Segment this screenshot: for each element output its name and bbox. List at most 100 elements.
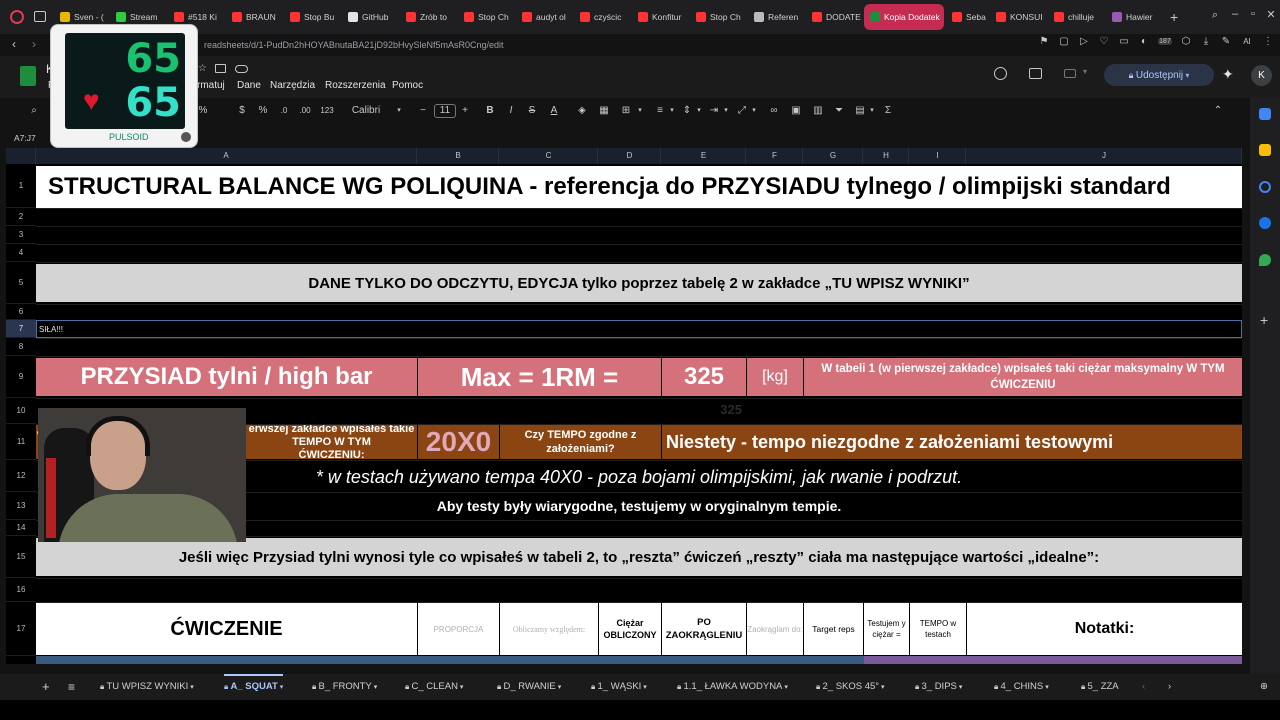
all-sheets-icon[interactable]: ≡ [68,674,75,700]
sheet-tab[interactable]: 🔒︎ 2_ SKOS 45° ▾ [816,674,885,700]
text-rotation-dropdown-icon[interactable]: ▾ [750,98,758,124]
move-icon[interactable] [215,64,226,73]
font-dropdown-icon[interactable]: ▾ [394,98,404,124]
vertical-align-icon[interactable]: ⇕ [681,98,693,124]
extensions-icon[interactable]: ⬡ [1180,36,1192,47]
sheet-tab-dropdown-icon[interactable]: ▾ [879,684,885,691]
browser-tab[interactable]: GitHub [342,4,398,30]
sheet-tab[interactable]: 🔒︎ TU WPISZ WYNIKI ▾ [100,674,194,700]
row-header[interactable]: 1 [6,164,36,208]
functions-button[interactable]: Σ [882,98,894,124]
row-header[interactable]: 14 [6,520,36,536]
comment-icon[interactable]: ▣ [790,98,802,124]
increase-decimal-button[interactable]: .00 [297,98,313,124]
browser-tab[interactable]: Hawier [1106,4,1162,30]
column-header[interactable]: I [910,148,966,164]
maps-icon[interactable] [1259,254,1271,266]
browser-tab[interactable]: chilluje [1048,4,1104,30]
sheet-tab-dropdown-icon[interactable]: ▾ [1043,684,1049,691]
name-box[interactable]: A7:J7 [14,133,36,143]
sheet-tab-dropdown-icon[interactable]: ▾ [782,684,788,691]
adblock-badge[interactable]: 187 [1158,38,1172,45]
download-icon[interactable]: ⤓ [1200,36,1212,47]
row-header[interactable]: 5 [6,262,36,304]
header-tested-weight[interactable]: Testujem y ciężar = [864,603,909,655]
search-tabs-icon[interactable]: ⌕ [1205,9,1225,22]
row-header[interactable]: 4 [6,244,36,262]
contacts-icon[interactable] [1259,217,1271,229]
header-relative[interactable]: Obliczamy względem: [500,603,598,655]
menu-extensions[interactable]: Rozszerzenia [325,80,386,91]
keep-icon[interactable] [1259,144,1271,156]
link-icon[interactable]: ∞ [768,98,780,124]
history-icon[interactable] [994,67,1007,80]
column-header[interactable]: B [418,148,499,164]
header-exercise[interactable]: ĆWICZENIE [36,603,417,655]
max-value-cell[interactable]: 325 [662,358,746,396]
browser-tab[interactable]: Stop Ch [458,4,514,30]
column-header[interactable]: D [599,148,661,164]
menu-format[interactable]: rmatuj [197,80,225,91]
max-note-cell[interactable]: W tabeli 1 (w pierwszej zakładce) wpisał… [804,358,1242,396]
sheet-tab-dropdown-icon[interactable]: ▾ [641,684,647,691]
strength-label[interactable]: SIŁA!!! [36,320,1242,338]
explore-icon[interactable]: ⊕ [1260,674,1268,700]
vpn-icon[interactable]: ◐ [1138,36,1150,47]
menu-icon[interactable]: ⋮ [1262,36,1274,47]
tab-overview-icon[interactable] [34,11,46,22]
ideal-values-banner[interactable]: Jeśli więc Przysiad tylni wynosi tyle co… [36,538,1242,576]
fill-color-icon[interactable]: ◈ [576,98,588,124]
sheet-tab[interactable]: 🔒︎ B_ FRONTY ▾ [312,674,377,700]
filter-views-dropdown-icon[interactable]: ▾ [868,98,876,124]
browser-tab[interactable]: czyścic [574,4,630,30]
column-header[interactable]: J [967,148,1242,164]
merge-cells-icon[interactable]: ⊞ [620,98,632,124]
align-left-icon[interactable]: ≡ [654,98,666,124]
sheet-tab-dropdown-icon[interactable]: ▾ [188,684,194,691]
tempo-question-cell[interactable]: Czy TEMPO zgodne z założeniami? [500,425,661,459]
sheet-tab[interactable]: 🔒︎ 3_ DIPS ▾ [915,674,962,700]
browser-tab[interactable]: Kopia Dodatek [864,4,944,30]
forward-icon[interactable]: › [32,37,36,51]
column-header[interactable]: G [804,148,863,164]
row-header[interactable]: 16 [6,578,36,602]
header-weight-calc[interactable]: Ciężar OBLICZONY [599,603,661,655]
wallet-icon[interactable]: ▭ [1118,36,1130,47]
bold-button[interactable]: B [484,98,496,124]
row-header[interactable]: 17 [6,602,36,656]
row-header[interactable]: 10 [6,398,36,424]
row-header[interactable]: 13 [6,492,36,520]
add-sheet-button[interactable]: + [42,674,50,700]
tempo-value-cell[interactable]: 20X0 [418,425,499,459]
chart-icon[interactable]: ▥ [812,98,824,124]
align-dropdown-icon[interactable]: ▾ [668,98,676,124]
italic-button[interactable]: I [505,98,517,124]
browser-tab[interactable]: BRAUN [226,4,282,30]
row-header[interactable]: 12 [6,460,36,492]
menu-tools[interactable]: Narzędzia [270,80,315,91]
share-dropdown-icon[interactable]: ▾ [1183,71,1189,80]
column-header[interactable]: H [864,148,909,164]
sheet-tab-dropdown-icon[interactable]: ▾ [372,684,378,691]
url-text[interactable]: readsheets/d/1-PudDn2hHOYABnutaBA21jD92b… [204,40,504,50]
screenshot-icon[interactable]: ▢ [1058,36,1070,47]
edit-icon[interactable]: ✎ [1220,36,1232,47]
header-notes[interactable]: Notatki: [967,603,1242,655]
percent-format-button[interactable]: % [257,98,269,124]
browser-tab[interactable]: DODATE [806,4,862,30]
zoom-select[interactable]: % [197,98,209,124]
star-icon[interactable]: ☆ [198,63,207,74]
sheet-tab[interactable]: 🔒︎ 4_ CHINS ▾ [994,674,1049,700]
browser-tab[interactable]: Stop Ch [690,4,746,30]
text-wrap-dropdown-icon[interactable]: ▾ [722,98,730,124]
browser-tab[interactable]: Seba Su [946,4,988,30]
tasks-icon[interactable] [1259,181,1271,193]
sheet-title[interactable]: STRUCTURAL BALANCE WG POLIQUINA - refere… [36,166,1242,208]
row-header[interactable]: 2 [6,208,36,226]
exercise-name-cell[interactable]: PRZYSIAD tylni / high bar [36,358,417,396]
text-color-button[interactable]: A [548,98,560,124]
header-rounded[interactable]: PO ZAOKRĄGLENIU [662,603,746,655]
filter-views-icon[interactable]: ▤ [854,98,866,124]
browser-tab[interactable]: KONSUI [990,4,1046,30]
heart-icon[interactable]: ♡ [1098,36,1110,47]
